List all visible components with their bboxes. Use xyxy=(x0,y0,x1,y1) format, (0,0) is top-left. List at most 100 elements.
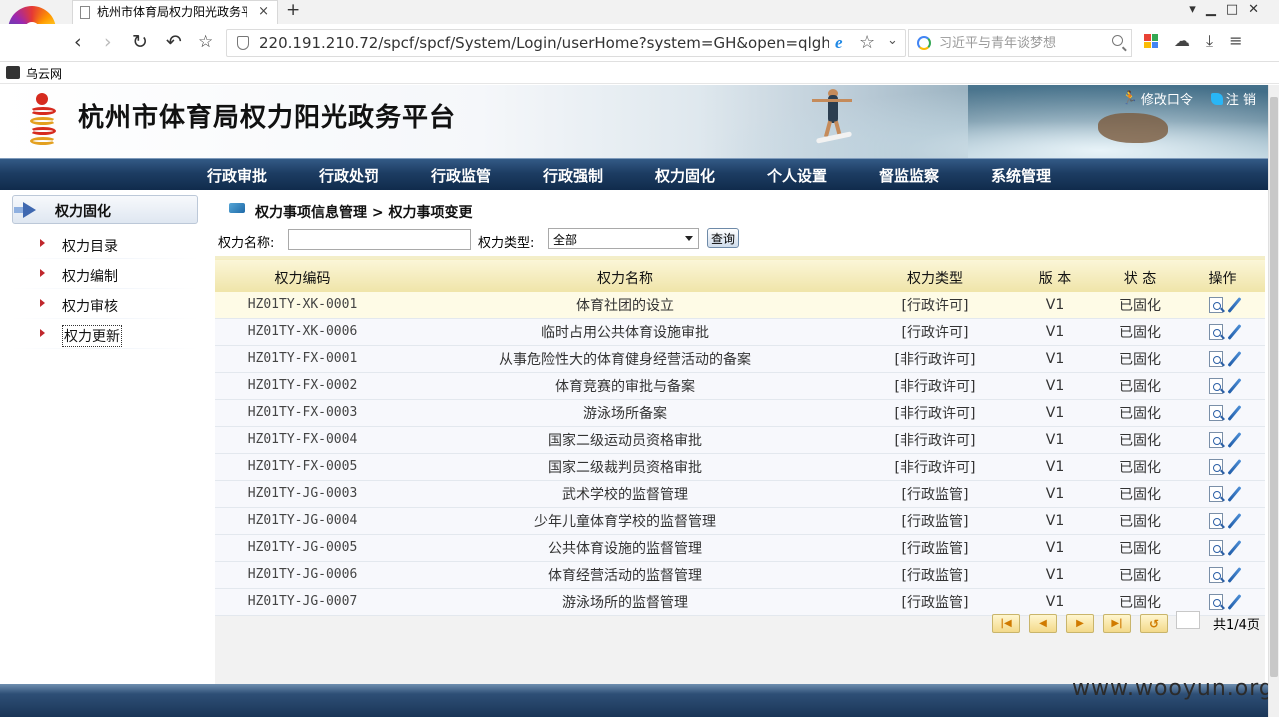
view-icon[interactable] xyxy=(1209,512,1223,529)
cell-code: HZ01TY-FX-0004 xyxy=(215,426,390,454)
menu-icon[interactable]: ≡ xyxy=(1229,32,1242,50)
reload-icon[interactable]: ↻ xyxy=(132,30,148,54)
cell-name: 体育竞赛的审批与备案 xyxy=(390,372,860,400)
page-number-input[interactable] xyxy=(1176,611,1200,629)
power-type-select[interactable]: 全部 xyxy=(548,228,699,249)
edit-icon[interactable] xyxy=(1227,296,1242,313)
table-row[interactable]: HZ01TY-JG-0004 少年儿童体育学校的监督管理 [行政监管] V1 已固化 xyxy=(215,507,1265,535)
edit-icon[interactable] xyxy=(1227,566,1242,583)
edit-icon[interactable] xyxy=(1227,593,1242,610)
col-header-name[interactable]: 权力名称 xyxy=(390,256,860,292)
next-page-button[interactable]: ▶ xyxy=(1066,614,1094,633)
url-bar[interactable]: 220.191.210.72/spcf/spcf/System/Login/us… xyxy=(226,29,906,57)
scrollbar-thumb[interactable] xyxy=(1270,97,1278,677)
prev-page-button[interactable]: ◀ xyxy=(1029,614,1057,633)
edit-icon[interactable] xyxy=(1227,350,1242,367)
sidebar-item-power-review[interactable]: 权力审核 xyxy=(12,290,198,320)
cell-name: 国家二级运动员资格审批 xyxy=(390,426,860,454)
undo-icon[interactable]: ↶ xyxy=(166,30,182,54)
cell-name: 游泳场所备案 xyxy=(390,399,860,427)
table-row[interactable]: HZ01TY-FX-0005 国家二级裁判员资格审批 [非行政许可] V1 已固化 xyxy=(215,453,1265,481)
close-tab-icon[interactable]: × xyxy=(258,1,269,23)
nav-item-admin-enforcement[interactable]: 行政强制 xyxy=(543,159,655,191)
table-row[interactable]: HZ01TY-JG-0003 武术学校的监督管理 [行政监管] V1 已固化 xyxy=(215,480,1265,508)
col-header-version[interactable]: 版 本 xyxy=(1010,256,1100,292)
nav-item-admin-penalty[interactable]: 行政处罚 xyxy=(319,159,431,191)
col-header-actions: 操作 xyxy=(1180,256,1265,292)
edit-icon[interactable] xyxy=(1227,323,1242,340)
bookmark-star-icon[interactable]: ☆ xyxy=(198,30,213,54)
view-icon[interactable] xyxy=(1209,404,1223,421)
cell-actions xyxy=(1180,507,1265,535)
back-icon[interactable]: ‹ xyxy=(74,30,82,54)
search-input[interactable] xyxy=(939,33,1109,53)
query-button[interactable]: 查询 xyxy=(707,228,740,248)
cell-type: [非行政许可] xyxy=(860,399,1010,427)
edit-icon[interactable] xyxy=(1227,431,1242,448)
row-actions xyxy=(1180,346,1265,372)
last-page-button[interactable]: ▶| xyxy=(1103,614,1131,633)
edit-icon[interactable] xyxy=(1227,512,1242,529)
chevron-down-icon[interactable]: ⌄ xyxy=(887,33,898,48)
col-header-code[interactable]: 权力编码 xyxy=(215,256,390,292)
view-icon[interactable] xyxy=(1209,377,1223,394)
table-row[interactable]: HZ01TY-FX-0002 体育竞赛的审批与备案 [非行政许可] V1 已固化 xyxy=(215,372,1265,400)
browser-tab[interactable]: 杭州市体育局权力阳光政务平 × xyxy=(72,0,278,24)
col-header-type[interactable]: 权力类型 xyxy=(860,256,1010,292)
nav-item-inspection[interactable]: 督监监察 xyxy=(879,159,991,191)
view-icon[interactable] xyxy=(1209,323,1223,340)
new-tab-icon[interactable]: + xyxy=(286,0,300,20)
type-filter-label: 权力类型: xyxy=(478,236,535,251)
nav-item-admin-approval[interactable]: 行政审批 xyxy=(207,159,319,191)
sidebar-item-power-update[interactable]: 权力更新 xyxy=(12,320,198,350)
view-icon[interactable] xyxy=(1209,458,1223,475)
nav-item-admin-supervision[interactable]: 行政监管 xyxy=(431,159,543,191)
bookmark-link[interactable]: 乌云网 xyxy=(26,65,62,82)
sidebar-item-power-catalog[interactable]: 权力目录 xyxy=(12,230,198,260)
col-header-status[interactable]: 状 态 xyxy=(1100,256,1180,292)
ie-mode-icon[interactable]: e xyxy=(835,33,843,53)
download-icon[interactable]: ⤓ xyxy=(1206,32,1213,50)
nav-item-personal-settings[interactable]: 个人设置 xyxy=(767,159,879,191)
cell-actions xyxy=(1180,534,1265,562)
table-row[interactable]: HZ01TY-FX-0003 游泳场所备案 [非行政许可] V1 已固化 xyxy=(215,399,1265,427)
first-page-button[interactable]: |◀ xyxy=(992,614,1020,633)
table-row[interactable]: HZ01TY-FX-0001 从事危险性大的体育健身经营活动的备案 [非行政许可] V… xyxy=(215,345,1265,373)
edit-icon[interactable] xyxy=(1227,377,1242,394)
sidebar-item-power-compile[interactable]: 权力编制 xyxy=(12,260,198,290)
refresh-page-button[interactable]: ↺ xyxy=(1140,614,1168,633)
view-icon[interactable] xyxy=(1209,539,1223,556)
edit-icon[interactable] xyxy=(1227,539,1242,556)
nav-item-system-admin[interactable]: 系统管理 xyxy=(991,159,1103,191)
cell-code: HZ01TY-JG-0005 xyxy=(215,534,390,562)
url-text[interactable]: 220.191.210.72/spcf/spcf/System/Login/us… xyxy=(259,34,829,52)
nav-item-power-solidify[interactable]: 权力固化 xyxy=(655,159,767,191)
search-box[interactable] xyxy=(908,29,1132,57)
table-row[interactable]: HZ01TY-JG-0005 公共体育设施的监督管理 [行政监管] V1 已固化 xyxy=(215,534,1265,562)
cell-name: 体育经营活动的监督管理 xyxy=(390,561,860,589)
edit-icon[interactable] xyxy=(1227,458,1242,475)
table-row[interactable]: HZ01TY-JG-0006 体育经营活动的监督管理 [行政监管] V1 已固化 xyxy=(215,561,1265,589)
edit-icon[interactable] xyxy=(1227,485,1242,502)
view-icon[interactable] xyxy=(1209,566,1223,583)
change-password-link[interactable]: 🏃 修改口令 xyxy=(1122,89,1193,108)
power-name-input[interactable] xyxy=(288,229,471,250)
logout-link[interactable]: 注 销 xyxy=(1210,89,1256,108)
search-icon[interactable] xyxy=(1112,35,1123,46)
view-icon[interactable] xyxy=(1209,350,1223,367)
table-row[interactable]: HZ01TY-FX-0004 国家二级运动员资格审批 [非行政许可] V1 已固化 xyxy=(215,426,1265,454)
table-row[interactable]: HZ01TY-XK-0006 临时占用公共体育设施审批 [行政许可] V1 已固化 xyxy=(215,318,1265,346)
view-icon[interactable] xyxy=(1209,296,1223,313)
favorite-star-icon[interactable]: ☆ xyxy=(859,32,875,53)
table-row[interactable]: HZ01TY-XK-0001 体育社团的设立 [行政许可] V1 已固化 xyxy=(215,291,1265,319)
apps-grid-icon[interactable] xyxy=(1144,34,1158,48)
view-icon[interactable] xyxy=(1209,431,1223,448)
forward-icon[interactable]: › xyxy=(104,30,112,54)
page-scrollbar[interactable] xyxy=(1268,85,1279,717)
address-toolbar: ‹ › ↻ ↶ ☆ 220.191.210.72/spcf/spcf/Syste… xyxy=(0,24,1279,62)
edit-icon[interactable] xyxy=(1227,404,1242,421)
cloud-icon[interactable]: ☁ xyxy=(1174,32,1190,50)
view-icon[interactable] xyxy=(1209,485,1223,502)
cell-code: HZ01TY-FX-0003 xyxy=(215,399,390,427)
window-controls[interactable]: ▾▁□✕ xyxy=(1189,2,1269,17)
